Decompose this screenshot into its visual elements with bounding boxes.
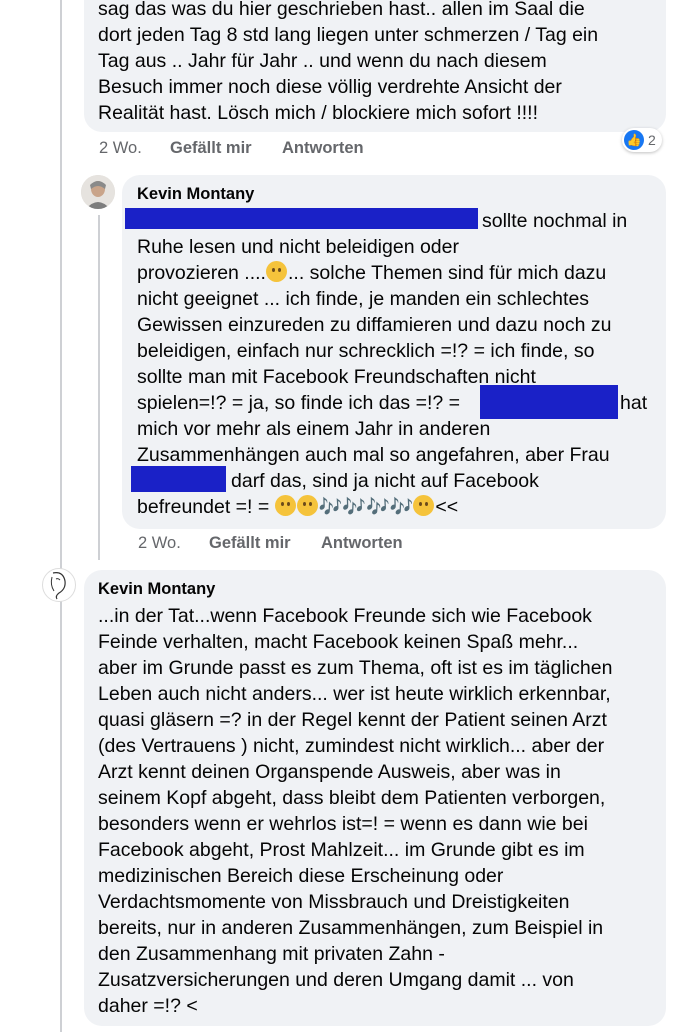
comment-line: dort jeden Tag 8 std lang liegen unter s… xyxy=(98,24,599,46)
comment-line: provozieren .... ... solche Themen sind f… xyxy=(137,260,606,286)
comment-line: ...in der Tat...wenn Facebook Freunde si… xyxy=(98,605,592,627)
redacted-name xyxy=(480,385,618,419)
reply-button[interactable]: Antworten xyxy=(282,139,364,158)
comment-line: medizinischen Bereich diese Erscheinung … xyxy=(98,865,504,887)
comment-line: Zusatzversicherungen und deren Umgang da… xyxy=(98,969,574,991)
worried-face-icon xyxy=(265,261,287,282)
comment-line: aber im Grunde passt es zum Thema, oft i… xyxy=(98,657,613,679)
avatar-photo-icon xyxy=(81,175,115,209)
comment-line: (des Vertrauens ) nicht, zumindest nicht… xyxy=(98,735,605,757)
comment-line: Gewissen einzureden zu diffamieren und d… xyxy=(137,314,612,336)
comment-line: Verdachtsmomente von Missbrauch und Drei… xyxy=(98,891,570,913)
comment-line: Leben auch nicht anders... wer ist heute… xyxy=(98,683,611,705)
reaction-count: 2 xyxy=(648,132,656,148)
avatar[interactable] xyxy=(42,568,76,602)
comment-line: Arzt kennt deinen Organspende Ausweis, a… xyxy=(98,761,561,783)
reply-thread-line xyxy=(98,215,100,560)
comment-line: seinem Kopf abgeht, dass bleibt dem Pati… xyxy=(98,787,606,809)
thinking-face-icon xyxy=(274,495,296,516)
comment-line: beleidigen, einfach nur schrecklich =!? … xyxy=(137,340,595,362)
thread-line xyxy=(60,0,62,1032)
comment-line: hat xyxy=(620,392,648,414)
music-notes-icon: 🎶🎶🎶🎶 xyxy=(318,497,414,518)
comment-line: den Zusammenhang mit privaten Zahn - xyxy=(98,943,445,965)
redacted-name xyxy=(125,208,478,229)
comment-line-part: ... solche Themen sind für mich dazu xyxy=(287,262,607,284)
comment-line: bereits, nur in anderen Zusammenhängen, … xyxy=(98,917,604,939)
comment-line-part: provozieren .... xyxy=(137,262,266,284)
like-button[interactable]: Gefällt mir xyxy=(209,534,291,553)
comment-age[interactable]: 2 Wo. xyxy=(99,139,142,158)
comment-line: mich vor mehr als einem Jahr in anderen xyxy=(137,418,491,440)
comment-line: befreundet =! = 🎶🎶🎶🎶 << xyxy=(137,494,458,521)
comment-line: nicht geeignet ... ich finde, je manden … xyxy=(137,288,590,310)
comment-line: besonders wenn er wehrlos ist=! = wenn e… xyxy=(98,813,588,835)
comment-line: sollte man mit Facebook Freundschaften n… xyxy=(137,366,536,388)
comment-line: Ruhe lesen und nicht beleidigen oder xyxy=(137,236,459,258)
comment-age[interactable]: 2 Wo. xyxy=(138,534,181,553)
like-button[interactable]: Gefällt mir xyxy=(170,139,252,158)
avatar[interactable] xyxy=(81,175,115,209)
comment-line: Feinde verhalten, macht Facebook keinen … xyxy=(98,631,579,653)
reaction-badge[interactable]: 👍 2 xyxy=(622,128,662,152)
comment-line: Besuch immer noch diese völlig verdrehte… xyxy=(98,76,562,98)
comment-line-part: << xyxy=(435,496,459,518)
like-icon: 👍 xyxy=(624,130,644,150)
comment-line: Realität hast. Lösch mich / blockiere mi… xyxy=(98,102,539,124)
avatar-sketch-icon xyxy=(50,572,66,600)
redacted-name xyxy=(131,466,226,492)
comment-line: quasi gläsern =? in der Regel kennt der … xyxy=(98,709,607,731)
comment-line: Facebook abgeht, Prost Mahlzeit... im Gr… xyxy=(98,839,585,861)
comment-line: Zusammenhängen auch mal so angefahren, a… xyxy=(137,444,610,466)
comment-line: sollte nochmal in xyxy=(482,210,628,232)
comment-line: darf das, sind ja nicht auf Facebook xyxy=(231,470,539,492)
comment-line: spielen=!? = ja, so finde ich das =!? = xyxy=(137,392,461,414)
comment-author[interactable]: Kevin Montany xyxy=(98,580,215,599)
comment-line-part: befreundet =! = xyxy=(137,496,270,518)
squinting-tongue-face-icon xyxy=(413,495,435,516)
worried-face-icon xyxy=(296,495,318,516)
comment-line: Tag aus .. Jahr für Jahr .. und wenn du … xyxy=(98,50,547,72)
comment-line: sag das was du hier geschrieben hast.. a… xyxy=(98,0,585,20)
reply-button[interactable]: Antworten xyxy=(321,534,403,553)
comment-author[interactable]: Kevin Montany xyxy=(137,185,254,204)
comment-line: daher =!? < xyxy=(98,995,198,1017)
